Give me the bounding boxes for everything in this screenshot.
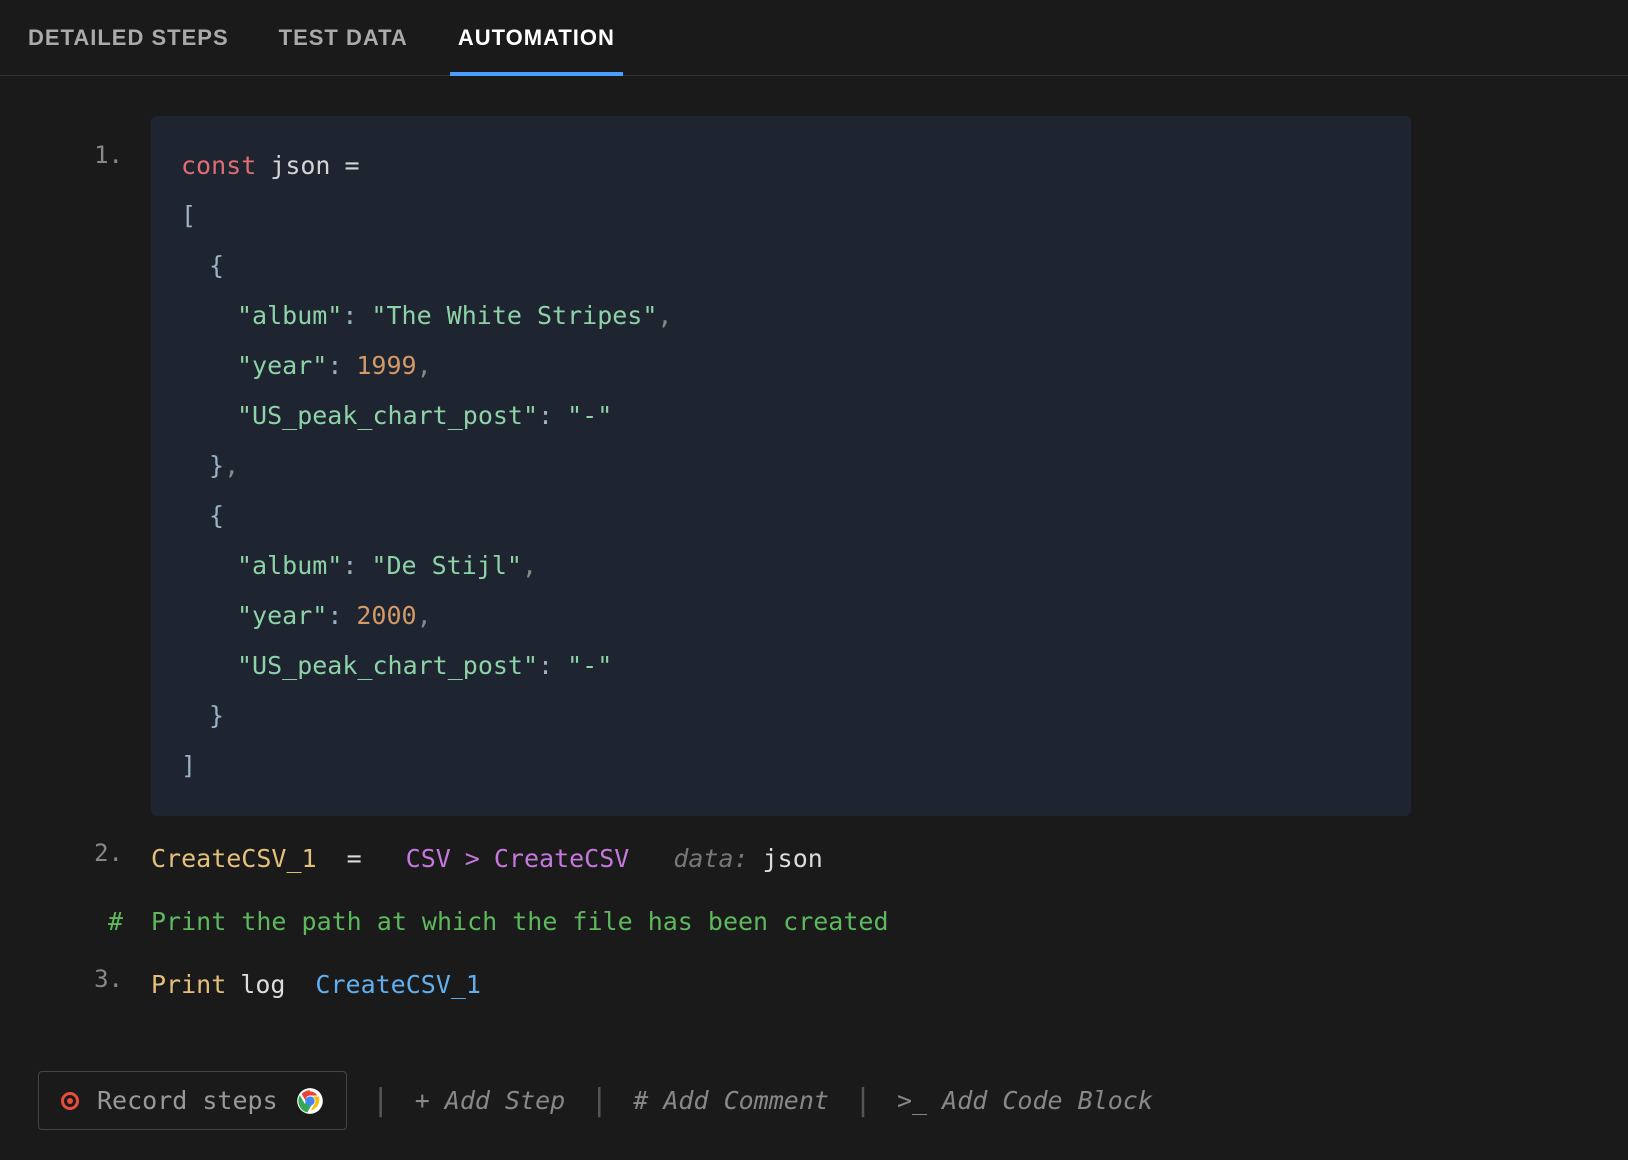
tab-detailed-steps[interactable]: DETAILED STEPS [28,1,229,75]
code-line: { [181,491,1381,541]
keyword-const: const [181,151,256,180]
step-number-3: 3. [38,960,123,998]
close-brace: } [209,701,224,730]
open-brace: { [209,251,224,280]
json-key: "US_peak_chart_post" [237,651,538,680]
separator-icon: | [590,1083,608,1118]
step-number-2: 2. [38,834,123,872]
chrome-icon [296,1087,324,1115]
function-createcsv: CreateCSV [494,834,629,884]
record-steps-label: Record steps [97,1086,278,1115]
comment-hash: # [38,902,123,942]
tab-test-data[interactable]: TEST DATA [279,1,408,75]
variable-createcsv1: CreateCSV_1 [151,834,317,884]
step-2: 2. CreateCSV_1 = CSV > CreateCSV data: json [38,834,1590,884]
param-value-json: json [763,834,823,884]
gt-operator: > [465,834,480,884]
comment-line: # Print the path at which the file has b… [38,902,1590,942]
code-line: "year":1999, [181,341,1381,391]
open-brace: { [209,501,224,530]
code-line: "album": "De Stijl", [181,541,1381,591]
add-code-block-button[interactable]: >_ Add Code Block [897,1086,1153,1115]
json-number: 2000 [356,601,416,630]
colon: : [342,301,357,330]
variable-json: json [270,151,330,180]
json-string: "-" [567,651,612,680]
close-bracket: ] [181,751,196,780]
close-brace: } [209,451,224,480]
function-print: Print [151,960,226,1010]
equals-sign: = [347,834,362,884]
colon: : [327,601,342,630]
json-key: "album" [237,551,342,580]
code-line: } [181,691,1381,741]
param-label-data: data: [673,834,748,884]
colon: : [327,351,342,380]
colon: : [342,551,357,580]
record-steps-button[interactable]: Record steps [38,1071,347,1130]
separator-icon: | [372,1083,390,1118]
code-line: "album": "The White Stripes", [181,291,1381,341]
json-key: "album" [237,301,342,330]
comma: , [522,551,537,580]
json-key: "year" [237,601,327,630]
comma: , [417,601,432,630]
add-step-button[interactable]: + Add Step [415,1086,566,1115]
comma: , [417,351,432,380]
code-line: "US_peak_chart_post": "-" [181,391,1381,441]
module-csv: CSV [406,834,451,884]
json-key: "year" [237,351,327,380]
bottom-toolbar: Record steps | + Add Step | # Add Commen… [38,1071,1590,1130]
comma: , [224,451,239,480]
colon: : [538,651,553,680]
step-3: 3. Print log CreateCSV_1 [38,960,1590,1010]
tab-bar: DETAILED STEPS TEST DATA AUTOMATION [0,0,1628,76]
json-string: "-" [567,401,612,430]
code-line: }, [181,441,1381,491]
colon: : [538,401,553,430]
equals-sign: = [344,151,359,180]
automation-content: 1. const json = [ { "album": "The White Str… [0,76,1628,1148]
json-key: "US_peak_chart_post" [237,401,538,430]
json-string: "The White Stripes" [371,301,657,330]
comma: , [657,301,672,330]
step-1: 1. const json = [ { "album": "The White Str… [38,116,1590,816]
code-block[interactable]: const json = [ { "album": "The White Stripe… [151,116,1411,816]
step-3-line[interactable]: Print log CreateCSV_1 [151,960,481,1010]
code-line: "US_peak_chart_post": "-" [181,641,1381,691]
print-arg: CreateCSV_1 [315,960,481,1010]
add-comment-button[interactable]: # Add Comment [633,1086,829,1115]
tab-automation[interactable]: AUTOMATION [458,1,615,75]
json-string: "De Stijl" [371,551,522,580]
json-number: 1999 [356,351,416,380]
step-2-line[interactable]: CreateCSV_1 = CSV > CreateCSV data: json [151,834,823,884]
record-icon [61,1092,79,1110]
code-line: ] [181,741,1381,791]
separator-icon: | [854,1083,872,1118]
code-line: { [181,241,1381,291]
code-line: "year":2000, [181,591,1381,641]
code-line: const json = [181,141,1381,191]
comment-text: Print the path at which the file has bee… [151,902,889,942]
step-number-1: 1. [38,116,123,174]
print-log: log [240,960,285,1010]
code-line: [ [181,191,1381,241]
open-bracket: [ [181,201,196,230]
